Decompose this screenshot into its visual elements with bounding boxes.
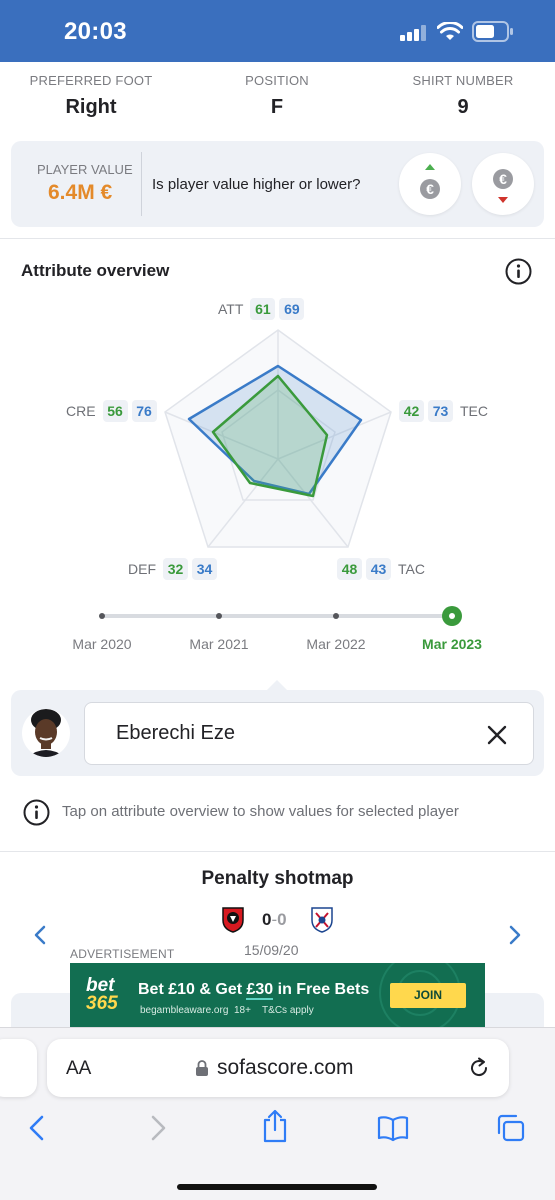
attr-tec-green: 42 bbox=[399, 400, 424, 422]
euro-down-icon: € bbox=[493, 169, 513, 203]
timeline-dot bbox=[99, 613, 105, 619]
attr-tac-name: TAC bbox=[398, 561, 425, 577]
attr-cre-name: CRE bbox=[66, 403, 96, 419]
lock-icon bbox=[196, 1060, 208, 1076]
divider bbox=[0, 238, 555, 239]
attribute-overview-title: Attribute overview bbox=[21, 261, 170, 280]
vote-lower-button[interactable]: € bbox=[472, 153, 534, 215]
player-value-question: Is player value higher or lower? bbox=[152, 176, 361, 193]
match-date: 15/09/20 bbox=[244, 942, 299, 958]
ad-fine-print-age: 18+ bbox=[233, 1005, 251, 1016]
browser-toolbar: AA sofascore.com bbox=[0, 1027, 555, 1200]
timeline-label[interactable]: Mar 2022 bbox=[291, 636, 381, 652]
attr-att-green: 61 bbox=[250, 298, 276, 320]
attr-tec-name: TEC bbox=[460, 403, 488, 419]
attr-att-blue: 69 bbox=[279, 298, 305, 320]
chevron-left-icon[interactable] bbox=[33, 925, 47, 945]
attribute-tip: Tap on attribute overview to show values… bbox=[62, 803, 459, 820]
clock: 20:03 bbox=[64, 18, 127, 45]
shirt-number-value: 9 bbox=[457, 96, 469, 118]
player-value-amount: 6.4M € bbox=[48, 181, 113, 204]
attribute-radar-chart[interactable] bbox=[150, 320, 410, 560]
share-icon[interactable] bbox=[260, 1108, 290, 1144]
attr-att: ATT 61 69 bbox=[215, 298, 305, 320]
divider bbox=[141, 152, 142, 216]
attr-def-green: 32 bbox=[163, 558, 188, 580]
match-score: 0-0 bbox=[262, 910, 287, 930]
timeline-dot bbox=[333, 613, 339, 619]
vote-higher-button[interactable]: € bbox=[399, 153, 461, 215]
battery-icon bbox=[472, 21, 513, 42]
info-icon bbox=[23, 799, 50, 826]
timeline-label[interactable]: Mar 2021 bbox=[174, 636, 264, 652]
wifi-icon bbox=[437, 22, 463, 40]
preferred-foot: PREFERRED FOOT Right bbox=[11, 73, 171, 119]
shirt-number: SHIRT NUMBER 9 bbox=[383, 73, 543, 119]
ad-headline-amount: £30 bbox=[246, 981, 274, 1000]
info-icon[interactable] bbox=[505, 258, 532, 285]
position-value: F bbox=[270, 96, 284, 118]
timeline-slider[interactable] bbox=[90, 603, 470, 629]
ad-fine-print-terms: T&Cs apply bbox=[262, 1005, 314, 1016]
signal-icon bbox=[400, 25, 428, 41]
attr-tac: 48 43 TAC bbox=[337, 558, 428, 580]
divider bbox=[0, 851, 555, 852]
away-score: 0 bbox=[277, 910, 287, 929]
previous-tab-peek[interactable] bbox=[0, 1039, 37, 1097]
address-bar[interactable]: AA sofascore.com bbox=[47, 1039, 509, 1097]
home-team-crest[interactable] bbox=[221, 905, 245, 933]
attr-cre: CRE 56 76 bbox=[63, 400, 157, 422]
preferred-foot-label: PREFERRED FOOT bbox=[29, 73, 153, 88]
url-text[interactable]: sofascore.com bbox=[217, 1056, 354, 1080]
bet365-ad-banner[interactable]: bet 365 Bet £10 & Get £30 in Free Bets b… bbox=[70, 963, 485, 1027]
reload-icon[interactable] bbox=[467, 1056, 491, 1080]
svg-text:€: € bbox=[426, 181, 434, 197]
attr-tac-blue: 43 bbox=[366, 558, 391, 580]
attr-def: DEF 32 34 bbox=[125, 558, 217, 580]
position: POSITION F bbox=[197, 73, 357, 119]
ad-fine-print: begambleaware.org 18+ T&Cs apply bbox=[140, 1005, 314, 1016]
attr-att-name: ATT bbox=[218, 301, 244, 317]
euro-up-icon: € bbox=[420, 164, 440, 199]
player-compare-card: Eberechi Eze bbox=[11, 690, 544, 776]
attr-tec-blue: 73 bbox=[428, 400, 453, 422]
attr-def-name: DEF bbox=[128, 561, 156, 577]
preferred-foot-value: Right bbox=[65, 96, 117, 118]
ad-headline-pre: Bet £10 & Get bbox=[138, 981, 247, 998]
attr-tec: 42 73 TEC bbox=[399, 400, 491, 422]
player-search-value: Eberechi Eze bbox=[116, 722, 235, 744]
player-value-label: PLAYER VALUE bbox=[37, 162, 133, 177]
attr-def-blue: 34 bbox=[192, 558, 217, 580]
status-bar: 20:03 bbox=[0, 0, 555, 62]
bookmarks-icon[interactable] bbox=[376, 1114, 410, 1142]
tabs-icon[interactable] bbox=[495, 1113, 527, 1143]
text-size-button[interactable]: AA bbox=[66, 1058, 91, 1080]
penalty-shotmap-title: Penalty shotmap bbox=[201, 868, 354, 889]
close-icon[interactable] bbox=[487, 725, 507, 745]
advertisement-label: ADVERTISEMENT bbox=[70, 947, 175, 961]
away-team-crest[interactable] bbox=[310, 905, 334, 933]
player-avatar bbox=[22, 709, 70, 757]
forward-icon[interactable] bbox=[148, 1114, 168, 1142]
shirt-number-label: SHIRT NUMBER bbox=[412, 73, 514, 88]
timeline-label-selected[interactable]: Mar 2023 bbox=[407, 636, 497, 652]
attr-tac-green: 48 bbox=[337, 558, 362, 580]
timeline-label[interactable]: Mar 2020 bbox=[57, 636, 147, 652]
attr-cre-green: 56 bbox=[102, 400, 128, 422]
timeline-dot bbox=[216, 613, 222, 619]
position-label: POSITION bbox=[245, 73, 309, 88]
chevron-right-icon[interactable] bbox=[508, 925, 522, 945]
back-icon[interactable] bbox=[27, 1114, 47, 1142]
ad-fine-print-site: begambleaware.org bbox=[140, 1005, 229, 1016]
ad-headline: Bet £10 & Get £30 in Free Bets bbox=[138, 981, 370, 1000]
home-indicator bbox=[177, 1184, 377, 1190]
ad-headline-post: in Free Bets bbox=[273, 981, 370, 998]
attr-cre-blue: 76 bbox=[131, 400, 157, 422]
svg-text:€: € bbox=[499, 171, 507, 187]
player-search-input[interactable]: Eberechi Eze bbox=[84, 702, 534, 765]
player-value-card: PLAYER VALUE 6.4M € Is player value high… bbox=[11, 141, 544, 227]
ad-join-button[interactable]: JOIN bbox=[390, 983, 466, 1008]
ad-logo-365: 365 bbox=[86, 993, 118, 1014]
